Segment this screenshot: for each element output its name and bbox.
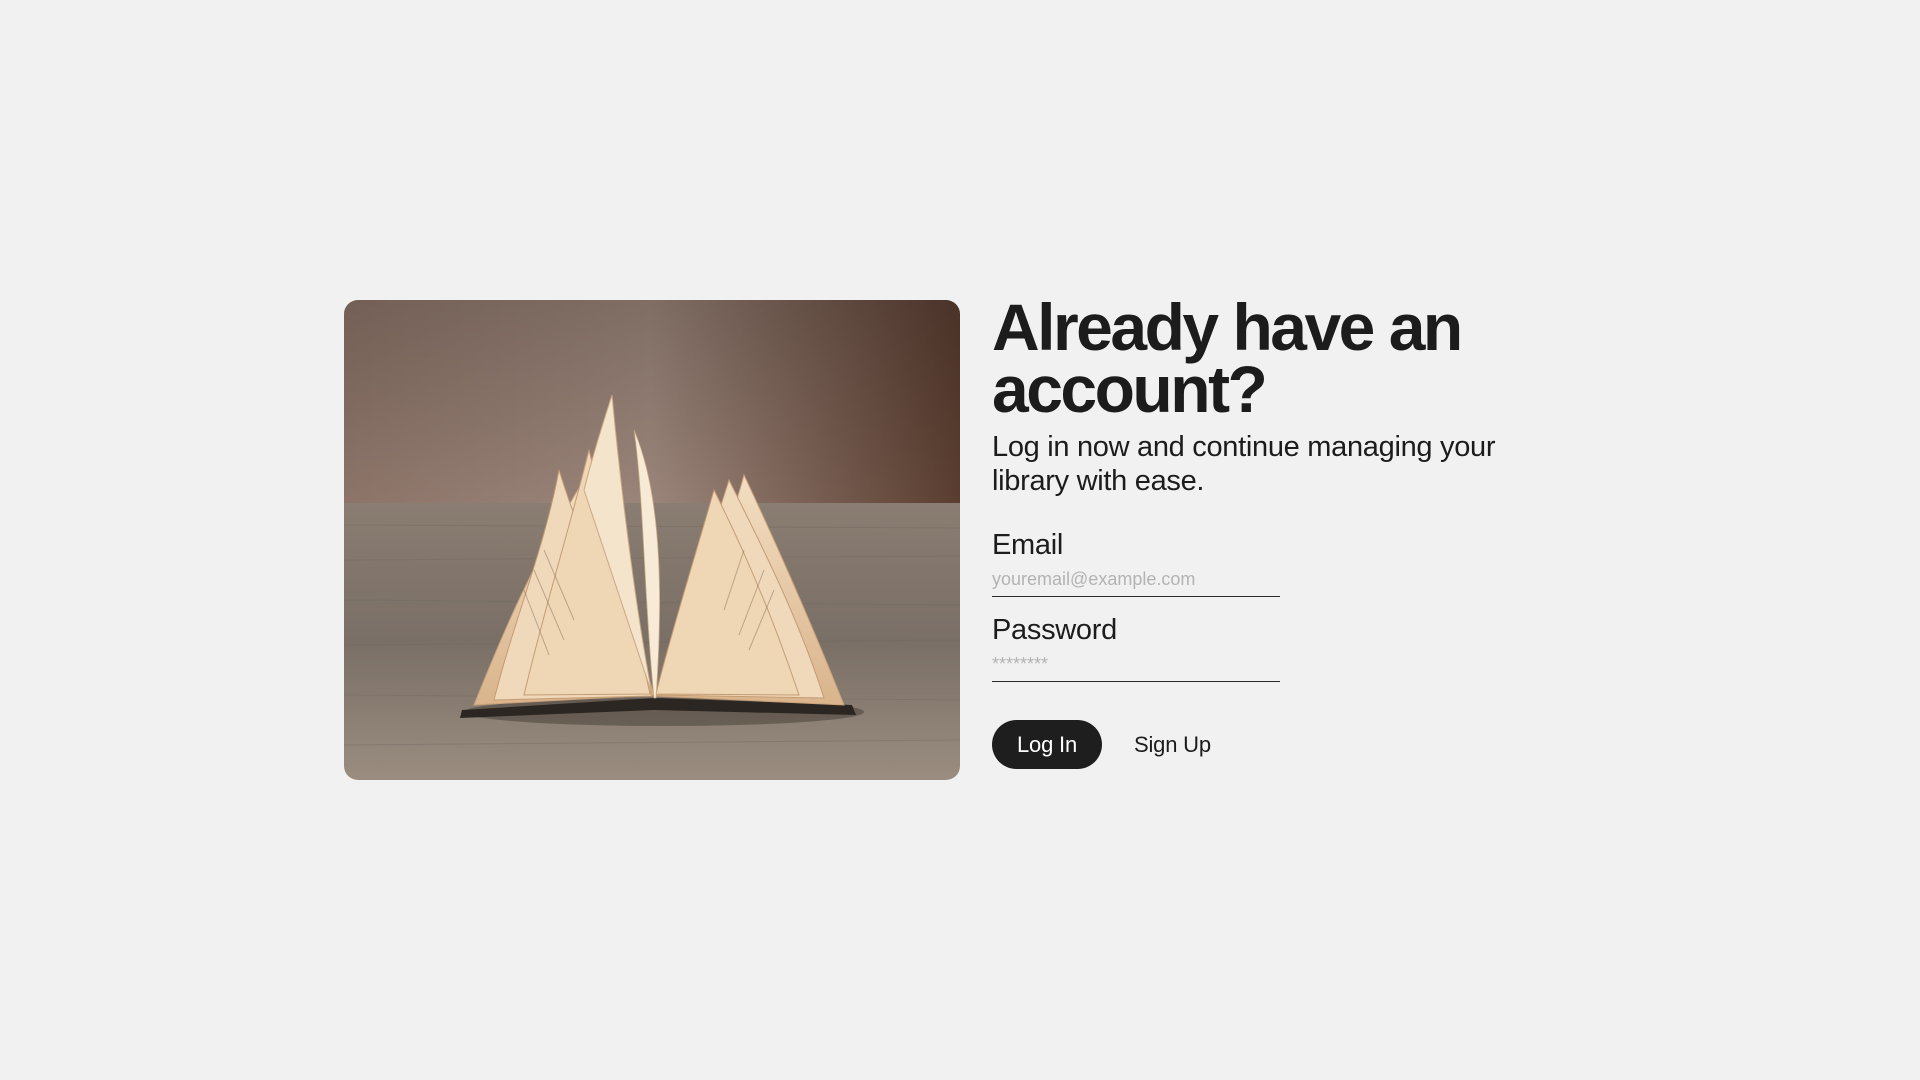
login-page: Already have an account? Log in now and … xyxy=(0,0,1920,1080)
form-actions: Log In Sign Up xyxy=(992,720,1512,769)
email-label: Email xyxy=(992,529,1064,561)
password-label: Password xyxy=(992,614,1117,646)
signup-button[interactable]: Sign Up xyxy=(1124,720,1221,769)
email-input[interactable] xyxy=(992,568,1280,597)
password-input[interactable] xyxy=(992,653,1280,682)
page-subtitle: Log in now and continue managing your li… xyxy=(992,431,1496,497)
hero-image xyxy=(344,300,960,780)
email-field-group: Email xyxy=(992,528,1280,597)
login-form: Already have an account? Log in now and … xyxy=(992,290,1512,769)
open-book-icon xyxy=(344,300,960,780)
login-button[interactable]: Log In xyxy=(992,720,1102,769)
password-field-group: Password xyxy=(992,613,1280,682)
page-title: Already have an account? xyxy=(992,290,1463,426)
